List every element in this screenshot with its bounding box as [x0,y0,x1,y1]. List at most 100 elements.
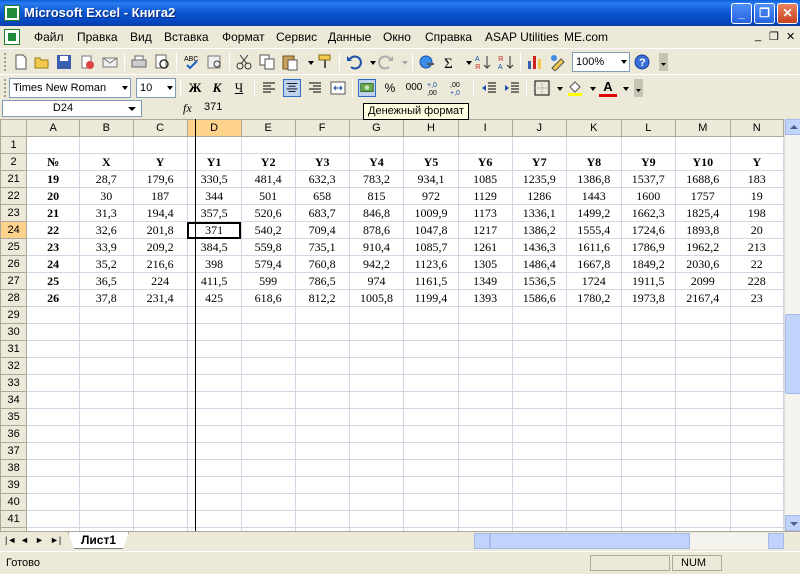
cell[interactable] [132,425,188,443]
cell[interactable]: 224 [132,272,188,290]
cell[interactable] [457,408,513,426]
column-header-l[interactable]: L [620,119,677,137]
cell[interactable]: 1786,9 [620,238,677,256]
paste-icon[interactable] [281,53,299,71]
cell[interactable] [457,493,513,511]
cell[interactable] [132,510,188,528]
column-header-h[interactable]: H [403,119,459,137]
cell[interactable] [240,425,296,443]
cell[interactable] [675,408,731,426]
research-icon[interactable] [206,53,224,71]
column-header-m[interactable]: M [675,119,731,137]
cell[interactable] [729,493,784,511]
column-header-k[interactable]: K [566,119,622,137]
cell[interactable]: 22 [729,255,784,273]
cell[interactable]: Y2 [240,153,296,171]
last-sheet-button[interactable]: ►| [50,535,61,545]
cell[interactable] [132,357,188,375]
cell[interactable] [675,391,731,409]
cell[interactable]: 23 [26,238,81,256]
cell[interactable]: 786,5 [294,272,350,290]
toolbar-grip[interactable] [4,79,7,97]
cell[interactable] [566,442,622,460]
cell[interactable] [457,425,513,443]
cell[interactable] [294,459,350,477]
first-sheet-button[interactable]: |◄ [5,535,16,545]
row-header[interactable]: 25 [0,238,28,256]
autosum-icon[interactable]: Σ [441,53,459,71]
comma-style-button[interactable]: 000 [402,79,426,97]
scroll-left-button[interactable] [474,533,490,549]
cut-icon[interactable] [235,53,253,71]
cell[interactable]: 21 [26,204,81,222]
cell[interactable] [511,459,568,477]
cell[interactable] [348,306,405,324]
cell[interactable] [566,357,622,375]
cell[interactable]: 1443 [566,187,622,205]
cell[interactable] [240,510,296,528]
cell[interactable]: 520,6 [240,204,296,222]
font-color-button[interactable]: А [599,79,617,97]
cell[interactable] [457,323,513,341]
cell[interactable] [511,425,568,443]
cell[interactable]: Y8 [566,153,622,171]
cell[interactable] [566,408,622,426]
cell[interactable]: Y9 [620,153,677,171]
cell[interactable] [26,493,81,511]
cell[interactable] [294,357,350,375]
cell[interactable] [457,476,513,494]
cell[interactable] [403,357,459,375]
scroll-up-button[interactable] [785,119,800,135]
workbook-icon[interactable] [4,29,20,45]
cell[interactable] [348,357,405,375]
cell[interactable]: 183 [729,170,784,188]
cell[interactable] [620,408,677,426]
cell[interactable] [511,374,568,392]
menu-me-com[interactable]: ME.com [564,30,608,44]
cell[interactable] [79,136,134,154]
row-header[interactable]: 21 [0,170,28,188]
cell[interactable] [457,340,513,358]
cell[interactable] [240,357,296,375]
worksheet-grid[interactable]: ABCDEFGHIJKLMN 1 2 № X Y Y1 Y2 Y3 Y4 Y5 Y6 Y7 Y8 Y9 Y1… [0,119,784,531]
cell[interactable]: 974 [348,272,405,290]
column-header-n[interactable]: N [729,119,784,137]
cell[interactable]: 501 [240,187,296,205]
cell[interactable] [26,408,81,426]
cell[interactable]: 1825,4 [675,204,731,222]
save-icon[interactable] [55,53,73,71]
cell[interactable] [240,306,296,324]
cell[interactable] [457,442,513,460]
row-header[interactable]: 23 [0,204,28,222]
cell[interactable]: 1688,6 [675,170,731,188]
horizontal-scroll-thumb[interactable] [490,533,690,549]
row-header[interactable]: 2 [0,153,28,171]
email-icon[interactable] [101,53,119,71]
cell[interactable] [26,306,81,324]
cell[interactable]: 20 [729,221,784,239]
cell[interactable] [403,493,459,511]
cell[interactable] [240,408,296,426]
cell[interactable] [240,459,296,477]
cell[interactable]: 23 [729,289,784,307]
merge-center-icon[interactable] [329,79,347,97]
toolbar-options-icon[interactable] [656,53,674,71]
cell[interactable]: 683,7 [294,204,350,222]
cell[interactable] [620,442,677,460]
cell[interactable]: Y6 [457,153,513,171]
cell[interactable] [729,306,784,324]
cell[interactable] [729,357,784,375]
format-painter-icon[interactable] [316,53,334,71]
undo-icon[interactable] [345,53,363,71]
cell[interactable] [132,493,188,511]
cell[interactable] [729,136,784,154]
cell[interactable]: 1235,9 [511,170,568,188]
cell[interactable]: 1129 [457,187,513,205]
cell[interactable] [294,425,350,443]
cell[interactable] [132,459,188,477]
cell[interactable]: 35,2 [79,255,134,273]
cell[interactable]: 1047,8 [403,221,459,239]
cell[interactable]: 1724,6 [620,221,677,239]
cell[interactable] [132,408,188,426]
cell[interactable]: 2030,6 [675,255,731,273]
